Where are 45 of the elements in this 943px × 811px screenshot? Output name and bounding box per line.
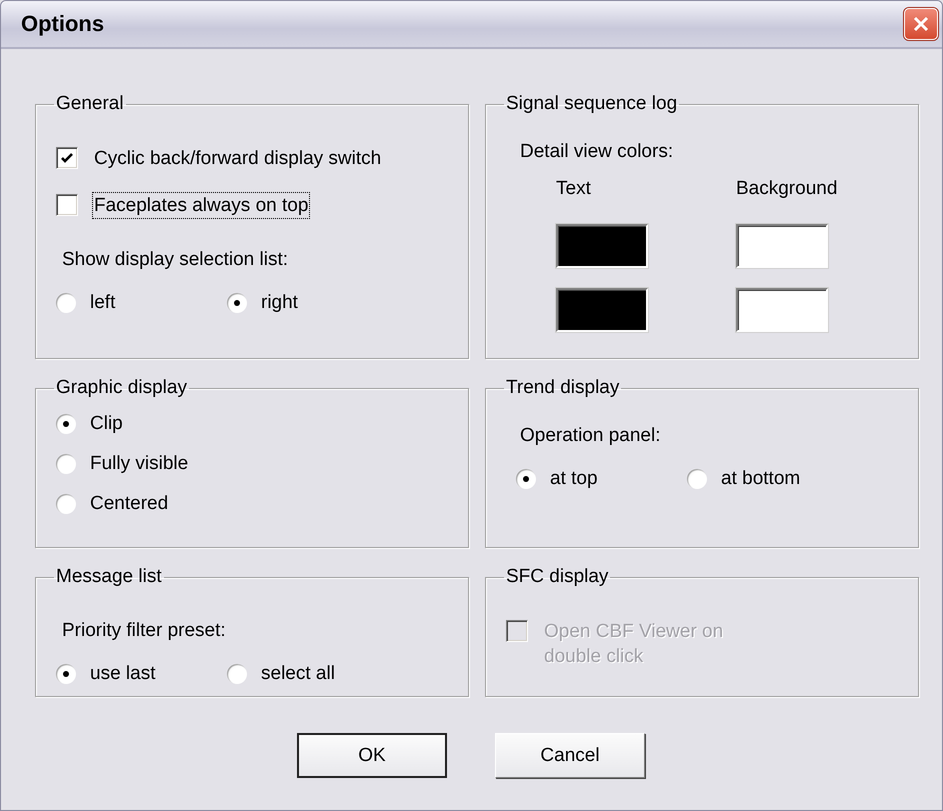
radio-button[interactable] (56, 414, 76, 434)
window-title: Options (21, 11, 104, 37)
caption-text: Operation panel: (520, 424, 662, 448)
checkbox[interactable] (56, 147, 78, 169)
caption-text: Show display selection list: (62, 248, 289, 272)
checkbox[interactable] (56, 194, 78, 216)
radio-label: left (90, 292, 116, 314)
close-icon (912, 15, 930, 33)
caption-text: Priority filter preset: (62, 619, 227, 643)
group-title: General (55, 93, 125, 115)
checkbox-label: Cyclic back/forward display switch (93, 147, 382, 171)
ok-button[interactable]: OK (297, 733, 447, 778)
check-icon (60, 151, 74, 165)
radio-label: at bottom (721, 468, 800, 490)
radio-label: select all (261, 663, 335, 685)
group-title: Message list (55, 566, 163, 588)
group-title: SFC display (505, 566, 610, 588)
radio-button[interactable] (687, 469, 707, 489)
group-title: Graphic display (55, 377, 188, 399)
column-header: Background (736, 178, 838, 200)
radio-button[interactable] (227, 293, 247, 313)
close-button[interactable] (904, 8, 938, 40)
radio-label: right (261, 292, 298, 314)
checkbox-label: Faceplates always on top (92, 192, 310, 219)
radio-label: Fully visible (90, 453, 188, 475)
radio-label: use last (90, 663, 156, 685)
caption-text: Detail view colors: (520, 140, 674, 164)
column-header: Text (556, 178, 592, 200)
cancel-button[interactable]: Cancel (495, 733, 645, 778)
radio-button[interactable] (516, 469, 536, 489)
radio-button[interactable] (227, 664, 247, 684)
color-swatch[interactable] (556, 288, 648, 332)
color-swatch[interactable] (556, 224, 648, 268)
radio-label: at top (550, 468, 598, 490)
radio-button[interactable] (56, 664, 76, 684)
radio-button[interactable] (56, 494, 76, 514)
checkbox-label: Open CBF Viewer on double click (543, 620, 724, 669)
color-swatch[interactable] (736, 288, 828, 332)
color-swatch[interactable] (736, 224, 828, 268)
radio-button[interactable] (56, 293, 76, 313)
radio-label: Clip (90, 413, 123, 435)
radio-button[interactable] (56, 454, 76, 474)
group-title: Trend display (505, 377, 620, 399)
radio-label: Centered (90, 493, 168, 515)
group-title: Signal sequence log (505, 93, 678, 115)
